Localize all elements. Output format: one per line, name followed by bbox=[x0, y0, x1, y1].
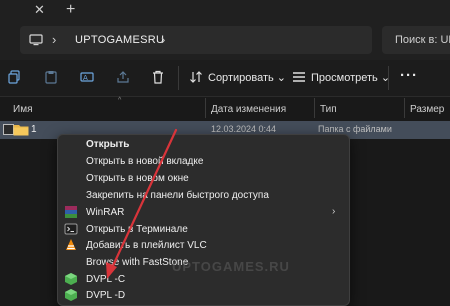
annotation-arrow bbox=[106, 128, 178, 279]
